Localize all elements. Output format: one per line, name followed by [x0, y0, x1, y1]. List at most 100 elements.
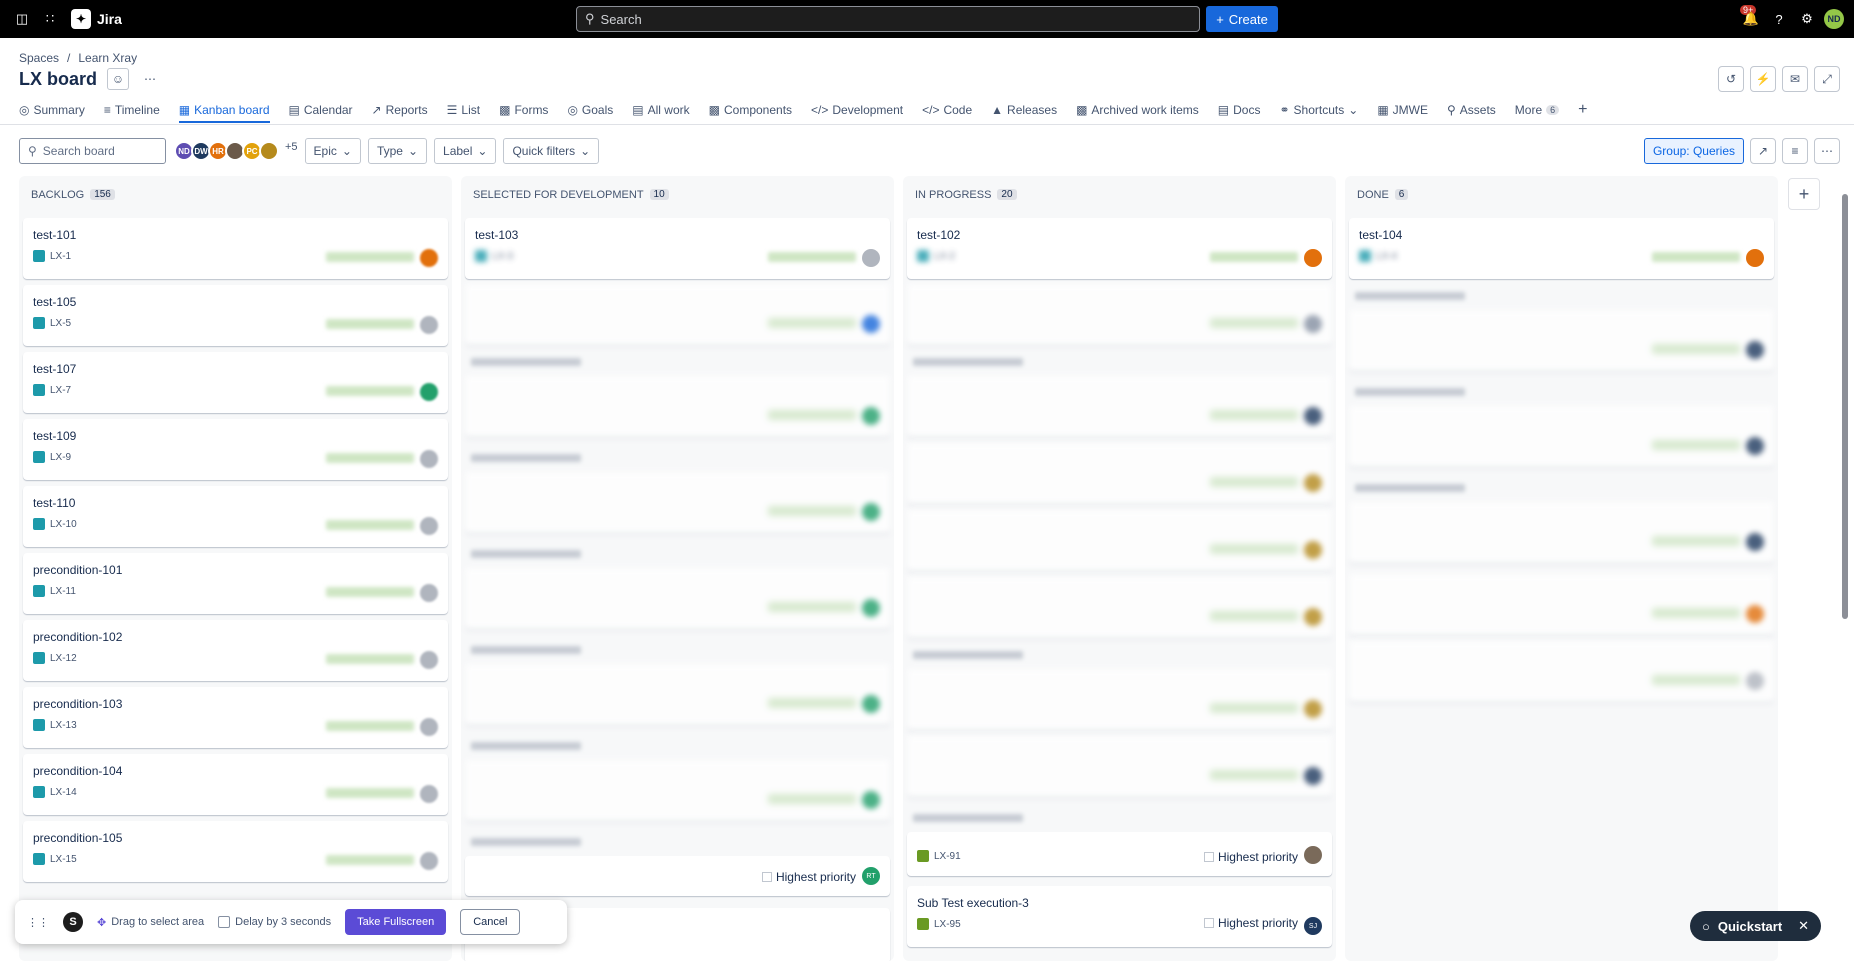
card[interactable]	[465, 568, 890, 629]
card[interactable]	[465, 376, 890, 437]
card[interactable]: test-107 LX-7	[23, 352, 448, 413]
avatar[interactable]	[259, 141, 279, 161]
card[interactable]	[1349, 502, 1774, 563]
card[interactable]: precondition-102 LX-12	[23, 620, 448, 681]
insights-icon[interactable]: ↗	[1750, 138, 1776, 164]
epic-filter[interactable]: Epic ⌄	[304, 138, 361, 164]
global-search-input[interactable]: ⚲ Search	[576, 6, 1200, 32]
share-icon[interactable]: ↺	[1718, 66, 1744, 92]
card[interactable]: Highest priority RT	[465, 856, 890, 896]
card[interactable]	[907, 577, 1332, 638]
card[interactable]	[465, 284, 890, 345]
drag-handle-icon[interactable]: ⋮⋮	[27, 916, 49, 929]
tab-kanban-board[interactable]: ▦ Kanban board	[178, 103, 270, 123]
tab-icon: ◎	[567, 103, 578, 117]
tab-code[interactable]: </> Code	[922, 103, 972, 117]
cancel-button[interactable]: Cancel	[460, 909, 521, 935]
feedback-icon[interactable]: ✉	[1782, 66, 1808, 92]
close-icon[interactable]: ✕	[1798, 918, 1809, 934]
delay-checkbox[interactable]: Delay by 3 seconds	[218, 916, 331, 928]
card[interactable]	[907, 376, 1332, 437]
card[interactable]	[1349, 406, 1774, 467]
select-area-button[interactable]: ✥ Drag to select area	[97, 916, 204, 929]
breadcrumb-project[interactable]: Learn Xray	[78, 51, 137, 65]
tab-assets[interactable]: ⚲ Assets	[1447, 103, 1496, 117]
tab-releases[interactable]: ▲ Releases	[991, 103, 1057, 117]
tab-more[interactable]: More 6	[1515, 103, 1560, 117]
tab-forms[interactable]: ▩ Forms	[499, 103, 548, 117]
tab-shortcuts[interactable]: ⚭ Shortcuts ⌄	[1279, 103, 1358, 117]
label-filter[interactable]: Label ⌄	[434, 138, 497, 164]
card[interactable]	[907, 510, 1332, 571]
card[interactable]: test-104 LX-4	[1349, 218, 1774, 279]
tab-timeline[interactable]: ≡ Timeline	[104, 103, 160, 117]
take-fullscreen-button[interactable]: Take Fullscreen	[345, 909, 447, 935]
add-tab-icon[interactable]: +	[1578, 101, 1587, 119]
tab-archived-work-items[interactable]: ▩ Archived work items	[1076, 103, 1199, 117]
card[interactable]	[1349, 641, 1774, 702]
more-avatars[interactable]: +5	[285, 141, 298, 161]
automation-icon[interactable]: ⚡	[1750, 66, 1776, 92]
card[interactable]	[465, 472, 890, 533]
card[interactable]: LX-91 Highest priority	[907, 832, 1332, 876]
card[interactable]: precondition-105 LX-15	[23, 821, 448, 882]
create-button[interactable]: + Create	[1206, 6, 1278, 32]
more-icon[interactable]: ⋯	[1814, 138, 1840, 164]
jira-logo[interactable]: ✦ Jira	[71, 9, 122, 29]
card[interactable]: precondition-103 LX-13	[23, 687, 448, 748]
card[interactable]: test-105 LX-5	[23, 285, 448, 346]
app-switcher-icon[interactable]: ∷	[39, 8, 61, 30]
user-avatar[interactable]: ND	[1824, 9, 1844, 29]
quick-filters[interactable]: Quick filters ⌄	[503, 138, 600, 164]
card[interactable]: test-110 LX-10	[23, 486, 448, 547]
card[interactable]: test-103 LX-3	[465, 218, 890, 279]
more-actions-icon[interactable]: ⋯	[139, 68, 161, 90]
card[interactable]: test-101 LX-1	[23, 218, 448, 279]
sidebar-toggle-icon[interactable]: ◫	[11, 8, 33, 30]
notifications-icon[interactable]: 🔔	[1740, 8, 1762, 30]
tab-jmwe[interactable]: ▦ JMWE	[1377, 103, 1428, 117]
test-type-icon	[33, 853, 45, 865]
card[interactable]: test-109 LX-9	[23, 419, 448, 480]
card[interactable]	[1349, 574, 1774, 635]
priority-badge	[326, 721, 414, 731]
tab-components[interactable]: ▩ Components	[709, 103, 792, 117]
tab-icon: ▩	[499, 103, 511, 117]
column-backlog: BACKLOG 156 test-101 LX-1 test-105 LX-5 test-…	[19, 176, 452, 961]
tab-icon: </>	[811, 103, 829, 117]
search-board-input[interactable]: ⚲ Search board	[19, 138, 166, 164]
card[interactable]	[907, 736, 1332, 797]
card[interactable]: Sub Test execution-3 LX-95 Highest prior…	[907, 886, 1332, 947]
team-icon[interactable]: ☺	[107, 68, 130, 90]
card[interactable]: precondition-104 LX-14	[23, 754, 448, 815]
card[interactable]: precondition-101 LX-11	[23, 553, 448, 614]
card[interactable]	[907, 669, 1332, 730]
card[interactable]	[907, 443, 1332, 504]
tab-calendar[interactable]: ▤ Calendar	[289, 103, 353, 117]
quickstart-button[interactable]: ○ Quickstart ✕	[1690, 911, 1821, 941]
chevron-down-icon: ⌄	[580, 144, 591, 158]
group-by-button[interactable]: Group: Queries	[1643, 138, 1744, 164]
tab-goals[interactable]: ◎ Goals	[567, 103, 613, 117]
tab-docs[interactable]: ▤ Docs	[1218, 103, 1261, 117]
settings-icon[interactable]: ⚙	[1796, 8, 1818, 30]
card[interactable]	[465, 760, 890, 821]
tab-list[interactable]: ☰ List	[447, 103, 480, 117]
tab-development[interactable]: </> Development	[811, 103, 903, 117]
help-icon[interactable]: ?	[1768, 8, 1790, 30]
card[interactable]	[1349, 310, 1774, 371]
tab-reports[interactable]: ↗ Reports	[372, 103, 428, 117]
fullscreen-icon[interactable]: ⤢	[1814, 66, 1840, 92]
test-type-icon	[33, 250, 45, 262]
tab-summary[interactable]: ◎ Summary	[19, 103, 85, 117]
breadcrumb-spaces[interactable]: Spaces	[19, 51, 59, 65]
type-filter[interactable]: Type ⌄	[367, 138, 428, 164]
tab-all-work[interactable]: ▤ All work	[632, 103, 689, 117]
view-settings-icon[interactable]: ≡	[1782, 138, 1808, 164]
add-column-button[interactable]: +	[1788, 178, 1820, 210]
scrollbar[interactable]	[1842, 194, 1848, 619]
card[interactable]	[907, 284, 1332, 345]
card[interactable]	[465, 664, 890, 725]
card[interactable]: test-102 LX-2	[907, 218, 1332, 279]
checkbox[interactable]	[218, 916, 231, 928]
